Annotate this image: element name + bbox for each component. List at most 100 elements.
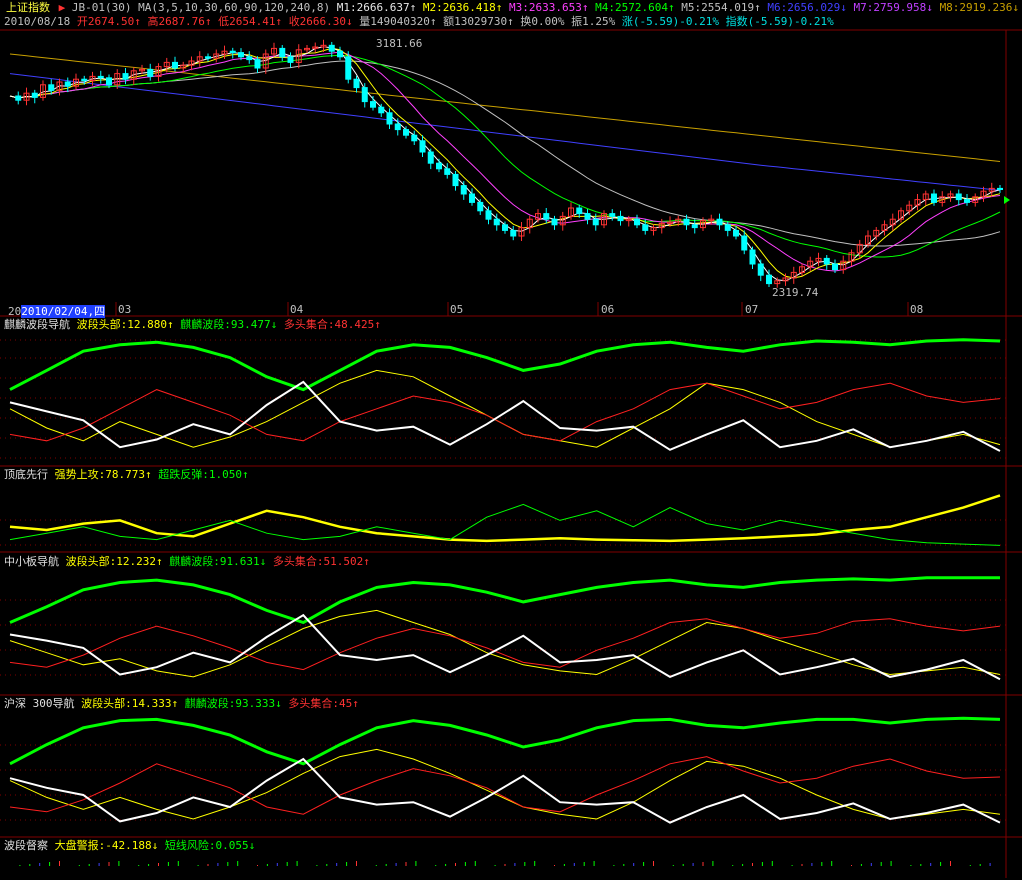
candle-body: [172, 61, 178, 69]
quote-amount: 额13029730↑: [443, 15, 514, 28]
candle-body: [246, 56, 253, 61]
candle-body: [733, 229, 739, 237]
panel-l2: 麒麟波段:93.477↓: [180, 318, 278, 331]
candle-body: [279, 47, 286, 58]
candle-body: [287, 56, 294, 63]
candle-body: [97, 75, 104, 79]
candle-body: [823, 257, 830, 265]
cursor-arrow-icon: [1004, 196, 1010, 204]
month-label: 03: [118, 303, 132, 316]
candle-body: [436, 162, 442, 170]
series-line: [9, 380, 1001, 452]
candle-body: [469, 193, 475, 203]
candle-body: [955, 193, 962, 201]
formula-marker-icon: ▶: [58, 1, 66, 14]
panel-title[interactable]: 顶底先行: [4, 468, 48, 481]
panel-title[interactable]: 波段督察: [4, 839, 48, 852]
formula-name: JB-01(30): [71, 1, 132, 14]
candle-body: [592, 218, 599, 226]
candle-body: [493, 218, 500, 226]
series-line: [9, 338, 1001, 392]
candle-body: [477, 201, 484, 212]
candle-body: [460, 185, 467, 195]
ma120-line: [9, 73, 1001, 191]
chart-canvas[interactable]: [0, 0, 1022, 880]
candle-body: [370, 101, 376, 108]
panel-title[interactable]: 沪深 300导航: [4, 697, 75, 710]
candle-body: [749, 249, 756, 265]
panel-l2: 麒麟波段:93.333↓: [184, 697, 282, 710]
panel-title[interactable]: 中小板导航: [4, 555, 59, 568]
candle-body: [81, 78, 88, 82]
ma6-value: M6:2656.029↓: [767, 1, 847, 14]
month-label: 06: [601, 303, 615, 316]
candle-body: [576, 207, 583, 215]
panel-l1: 波段头部:14.333↑: [81, 697, 179, 710]
low-annotation: 2319.74: [772, 286, 819, 299]
quote-volume: 量149040320↑: [359, 15, 437, 28]
ma2-value: M2:2636.418↑: [422, 1, 503, 14]
candle-body: [205, 56, 211, 59]
candle-body: [543, 213, 550, 220]
candle-body: [64, 81, 71, 87]
candle-body: [328, 44, 335, 52]
quote-close: 收2666.30↓: [288, 15, 353, 28]
candle-body: [452, 173, 459, 187]
candle-body: [502, 224, 508, 231]
main-header: 上证指数 ▶ JB-01(30) MA(3,5,10,30,60,90,120,…: [4, 1, 1019, 14]
candle-body: [147, 68, 154, 77]
quote-turnover: 换0.00%: [520, 15, 565, 28]
ma-params: MA(3,5,10,30,60,90,120,240,8): [138, 1, 331, 14]
index-name[interactable]: 上证指数: [4, 1, 52, 14]
candle-body: [15, 95, 22, 101]
ma1-value: M1:2666.637↑: [336, 1, 417, 14]
candle-body: [238, 52, 244, 58]
candle-body: [31, 92, 38, 98]
candle-body: [510, 229, 517, 237]
candle-body: [584, 213, 591, 220]
panel-header-hs300: 沪深 300导航 波段头部:14.333↑ 麒麟波段:93.333↓ 多头集合:…: [4, 697, 359, 710]
panel-header-topbottom: 顶底先行 强势上攻:78.773↑ 超跌反弹:1.050↑: [4, 468, 249, 481]
candle-body: [345, 56, 352, 80]
candle-body: [997, 187, 1003, 191]
panel-l1: 强势上攻:78.773↑: [54, 468, 152, 481]
month-label: 05: [450, 303, 464, 316]
ma60-line: [9, 60, 1001, 247]
ma5-value: M5:2554.019↑: [681, 1, 761, 14]
series-line: [9, 757, 1001, 824]
panel-l1: 波段头部:12.880↑: [76, 318, 174, 331]
quote-change: 涨(-5.59)-0.21%: [621, 15, 719, 28]
series-line: [9, 369, 1001, 448]
candle-body: [716, 218, 723, 226]
candle-body: [403, 129, 409, 136]
panel-header-smallcap: 中小板导航 波段头部:12.232↑ 麒麟波段:91.631↓ 多头集合:51.…: [4, 555, 370, 568]
candle-body: [634, 218, 640, 226]
candle-body: [766, 274, 772, 285]
candle-body: [419, 140, 426, 153]
candle-body: [832, 263, 838, 271]
panel-title[interactable]: 麒麟波段导航: [4, 318, 70, 331]
candle-body: [48, 84, 55, 91]
month-label: 04: [290, 303, 304, 316]
candle-body: [683, 218, 690, 226]
candle-body: [931, 193, 937, 203]
panel-header-supervisor: 波段督察 大盘警报:-42.188↓ 短线风险:0.055↓: [4, 839, 255, 852]
quote-amplitude: 振1.25%: [571, 15, 616, 28]
panel-l3: 多头集合:48.425↑: [283, 318, 381, 331]
series-line: [9, 618, 1001, 671]
candle-body: [361, 87, 368, 103]
candle-body: [741, 235, 748, 251]
panel-l3: 多头集合:51.502↑: [272, 555, 370, 568]
panel-l1: 波段头部:12.232↑: [65, 555, 163, 568]
quote-date: 2010/08/18: [4, 15, 71, 28]
chart-stage[interactable]: 上证指数 ▶ JB-01(30) MA(3,5,10,30,60,90,120,…: [0, 0, 1022, 880]
series-line: [9, 756, 1001, 815]
candle-body: [106, 77, 112, 86]
panel-l2: 超跌反弹:1.050↑: [158, 468, 249, 481]
candle-body: [229, 50, 236, 54]
candle-body: [757, 263, 764, 276]
candle-body: [964, 199, 970, 203]
high-annotation: 3181.66: [376, 37, 423, 50]
series-line: [9, 748, 1001, 820]
month-label: 07: [745, 303, 759, 316]
